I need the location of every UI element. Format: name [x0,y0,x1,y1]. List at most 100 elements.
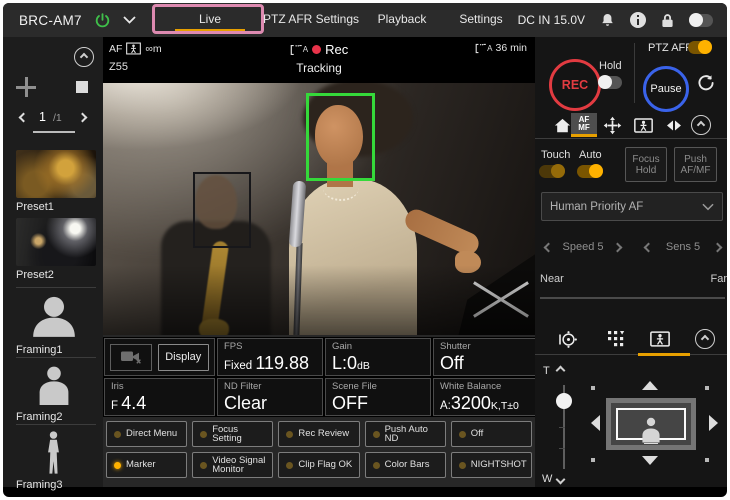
preset1-thumbnail[interactable] [16,150,96,198]
tab-iris-icon[interactable] [665,113,683,137]
add-preset-icon[interactable] [16,77,36,97]
info-cell-nd-filter[interactable]: ND Filter Clear [217,378,323,416]
face-tracking-frame-primary[interactable] [306,93,375,181]
af-sensitivity-stepper[interactable]: Sens 5 [641,239,725,257]
rec-hold-toggle[interactable] [598,76,622,89]
frame-left-icon[interactable] [591,415,600,431]
focus-near-label: Near [540,273,564,285]
assign-button-clip-flag-ok[interactable]: Clip Flag OK [278,452,359,478]
framing1-thumbnail[interactable] [29,293,79,339]
media-slot-letter: A [303,45,308,54]
hold-label: Hold [599,60,622,72]
indicator-dot [373,462,380,469]
tab-home-icon[interactable] [551,113,573,137]
lock-icon [661,13,674,28]
af-mode-dropdown[interactable]: Human Priority AF [541,192,723,221]
frame-down-icon[interactable] [642,456,658,465]
info-cell-white-balance[interactable]: White Balance A:3200K,T±0 [433,378,538,416]
framing-preview[interactable] [606,398,696,450]
tab-live-label: Live [199,12,221,26]
preset2-thumbnail[interactable] [16,218,96,266]
panel-collapse-icon[interactable] [693,327,717,351]
page-prev-icon[interactable] [19,113,29,123]
tab-pan-tilt-icon[interactable] [601,113,623,137]
framing3-thumbnail[interactable] [45,431,62,475]
zoom-wide-icon[interactable] [556,475,566,485]
divider [634,43,635,103]
touch-focus-label: Touch [541,149,570,161]
tab-framing-icon[interactable] [647,327,673,351]
zoom-tele-icon[interactable] [556,366,566,376]
focus-hold-button[interactable]: Focus Hold [625,147,667,182]
rec-button[interactable]: REC [549,59,601,111]
indicator-dot [286,462,293,469]
chevron-down-icon[interactable] [123,16,136,24]
stop-icon[interactable] [76,81,88,93]
assign-button-off[interactable]: Off [451,421,532,447]
touch-focus-toggle[interactable] [539,165,565,178]
page-total: /1 [53,112,62,124]
page-next-icon[interactable] [78,113,88,123]
pause-button[interactable]: Pause [643,66,689,112]
auto-focus-label: Auto [579,149,602,161]
assign-button-marker[interactable]: Marker [106,452,187,478]
info-cell-iris[interactable]: Iris F 4.4 [104,378,215,416]
sidebar-collapse-icon[interactable] [74,47,94,67]
push-af-mf-button[interactable]: Push AF/MF [674,147,717,182]
assign-button-rec-review[interactable]: Rec Review [278,421,359,447]
preview-baseline [644,443,658,445]
framing2-thumbnail[interactable] [34,364,74,406]
face-tracking-frame-secondary[interactable] [193,172,251,248]
tab-subject-tracking-icon[interactable] [631,113,655,137]
tab-preset-grid-icon[interactable] [605,327,627,351]
camera-mute-button[interactable] [110,344,152,371]
info-cell-shutter[interactable]: Shutter Off [433,338,538,376]
top-bar: BRC-AM7 Live PTZ AFR Settings Playback S… [3,3,727,37]
lock-toggle[interactable] [689,14,713,27]
assign-button-color-bars[interactable]: Color Bars [365,452,446,478]
tab-playback[interactable]: Playback [371,3,433,34]
pager-underline [33,131,75,133]
corner-dot [591,386,595,390]
chevron-down-icon [702,203,714,211]
ptz-afr-toggle[interactable] [688,41,712,54]
bell-icon[interactable] [600,12,615,28]
ptz-afr-label: PTZ AFR [648,42,693,54]
info-cell-scene-file[interactable]: Scene File OFF [325,378,431,416]
assign-button-push-auto-nd[interactable]: Push Auto ND [365,421,446,447]
preset1-label: Preset1 [16,201,54,213]
frame-right-icon[interactable] [709,415,718,431]
stage-floor-shadow [103,265,535,335]
live-video-feed[interactable] [103,83,535,335]
indicator-dot [459,431,466,438]
power-icon[interactable] [94,12,111,29]
assign-button-nightshot[interactable]: NIGHTSHOT [451,452,532,478]
tab-joystick-icon[interactable] [555,327,579,351]
af-speed-stepper[interactable]: Speed 5 [541,239,625,257]
rec-dot-icon [312,45,321,54]
tab-ptz-afr-settings[interactable]: PTZ AFR Settings [261,3,361,34]
assign-button-video-signal-monitor[interactable]: Video Signal Monitor [192,452,273,478]
tab-settings[interactable]: Settings [451,3,511,34]
divider [16,357,96,358]
manual-focus-slider[interactable] [540,297,725,299]
assign-button-direct-menu[interactable]: Direct Menu [106,421,187,447]
panel-collapse-icon[interactable] [689,113,713,137]
indicator-dot [114,431,121,438]
info-icon[interactable] [630,12,646,28]
auto-focus-toggle[interactable] [577,165,603,178]
zoom-slider-knob[interactable] [556,393,572,409]
info-cell-fps[interactable]: FPS Fixed 119.88 [217,338,323,376]
frame-up-icon[interactable] [642,381,658,390]
indicator-dot [286,431,293,438]
info-cell-gain[interactable]: Gain L:0dB [325,338,431,376]
tab-af-mf[interactable]: AFMF [571,113,597,137]
display-button[interactable]: Display [158,344,209,371]
tab-live[interactable]: Live [171,3,249,34]
focus-far-label: Far [711,273,728,285]
assign-button-focus-setting[interactable]: Focus Setting [192,421,273,447]
restart-icon[interactable] [697,74,715,92]
ptz-tab-bar [535,323,727,355]
active-tab-indicator [175,29,245,32]
device-name: BRC-AM7 [19,13,82,28]
